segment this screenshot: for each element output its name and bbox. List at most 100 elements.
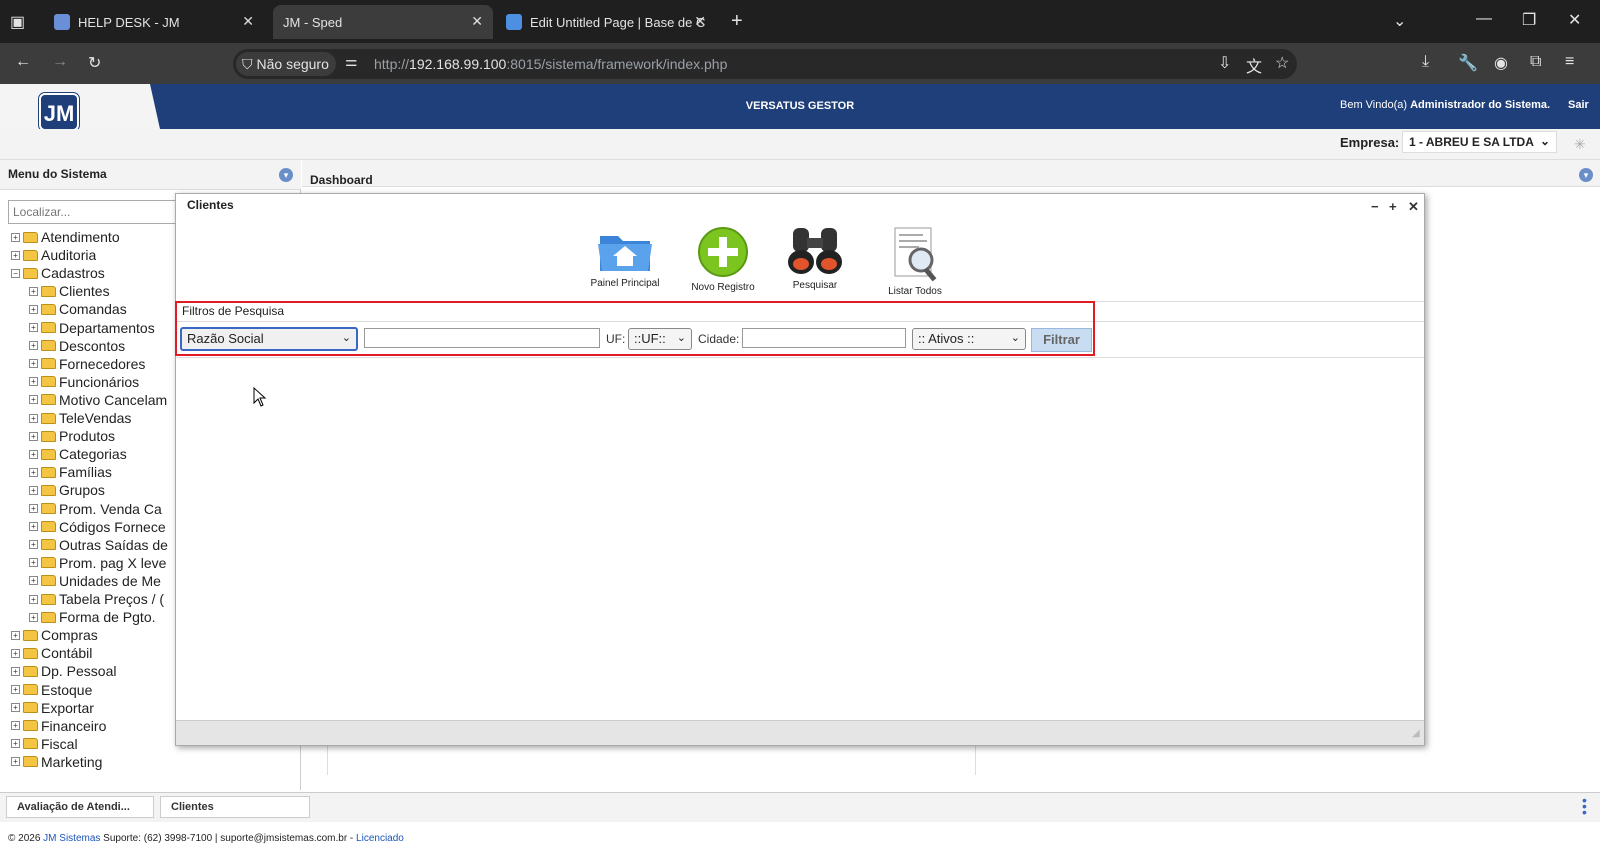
pesquisar-button[interactable]: Pesquisar [780,224,850,291]
sidebar-item[interactable]: + Fornecedores [29,355,145,373]
search-text-input[interactable] [364,328,600,348]
logout-link[interactable]: Sair [1568,99,1589,111]
collapse-dashboard-icon[interactable]: ▾ [1579,168,1593,182]
expand-icon[interactable]: + [29,612,38,622]
painel-principal-button[interactable]: Painel Principal [585,226,665,289]
close-icon[interactable]: ✕ [694,13,706,30]
resize-handle-icon[interactable]: ◢ [1412,728,1420,739]
expand-icon[interactable]: + [29,395,38,405]
sidebar-item[interactable]: + Marketing [11,753,102,771]
menu-icon[interactable]: ≡ [1565,53,1574,71]
expand-icon[interactable]: + [11,648,20,658]
window-close-icon[interactable]: ✕ [1568,10,1581,30]
url-text[interactable]: http://192.168.99.100:8015/sistema/frame… [374,56,727,72]
uf-select[interactable]: ::UF:: ⌄ [628,328,692,350]
sidebar-item[interactable]: + Clientes [29,282,110,300]
sidebar-item[interactable]: + Departamentos [29,319,155,337]
sidebar-item[interactable]: + Produtos [29,427,115,445]
back-icon[interactable]: ← [15,53,31,71]
task-avaliacao[interactable]: Avaliação de Atendi... [6,796,154,818]
sidebar-item[interactable]: + Compras [11,626,98,644]
city-input[interactable] [742,328,906,348]
close-icon[interactable]: ✕ [471,13,483,30]
sidebar-item[interactable]: + Contábil [11,644,92,662]
sidebar-item[interactable]: + Atendimento [11,228,120,246]
window-maximize-icon[interactable]: + [1389,199,1397,214]
expand-icon[interactable]: + [29,522,38,532]
status-select[interactable]: :: Ativos :: ⌄ [912,328,1026,350]
license-link[interactable]: Licenciado [356,833,404,844]
expand-icon[interactable]: + [29,286,38,296]
more-options-icon[interactable]: • • • [1582,793,1587,819]
sidebar-item[interactable]: + Auditoria [11,246,96,264]
expand-icon[interactable]: + [29,304,38,314]
window-close-icon[interactable]: ✕ [1408,199,1419,215]
expand-icon[interactable]: + [29,558,38,568]
expand-icon[interactable]: + [11,630,20,640]
task-clientes[interactable]: Clientes [160,796,310,818]
window-minimize-icon[interactable]: − [1371,199,1379,214]
expand-icon[interactable]: + [11,250,20,260]
profile-icon[interactable]: ◉ [1494,53,1508,73]
expand-icon[interactable]: + [11,739,20,749]
sidebar-item[interactable]: + Outras Saídas de [29,536,168,554]
novo-registro-button[interactable]: Novo Registro [683,226,763,293]
sidebar-item[interactable]: + Códigos Fornece [29,518,166,536]
tab-list-chevron-icon[interactable]: ⌄ [1393,11,1406,31]
sidebar-item[interactable]: + Famílias [29,463,112,481]
minimize-icon[interactable]: — [1476,10,1492,28]
collapse-sidebar-icon[interactable]: ▾ [279,168,293,182]
sidebar-item[interactable]: + Categorias [29,445,127,463]
collapse-icon[interactable]: − [11,268,20,278]
sidebar-item[interactable]: − Cadastros [11,264,105,282]
expand-icon[interactable]: + [29,594,38,604]
expand-icon[interactable]: + [29,576,38,586]
sidebar-item[interactable]: + Unidades de Me [29,572,161,590]
sidebar-item[interactable]: + Prom. Venda Ca [29,500,162,518]
sidebar-item[interactable]: + Prom. pag X leve [29,554,166,572]
tab-help-desk[interactable]: HELP DESK - JM ✕ [44,5,264,39]
site-settings-icon[interactable]: ⚌ [345,53,358,70]
expand-icon[interactable]: + [29,485,38,495]
tab-search-icon[interactable]: ▣ [10,12,25,32]
expand-icon[interactable]: + [29,467,38,477]
expand-icon[interactable]: + [11,721,20,731]
new-tab-icon[interactable]: + [731,10,743,33]
sidebar-item[interactable]: + Comandas [29,300,127,318]
sidebar-item[interactable]: + Tabela Preços / ( [29,590,164,608]
listar-todos-button[interactable]: Listar Todos [875,226,955,297]
expand-icon[interactable]: + [29,359,38,369]
bookmark-star-icon[interactable]: ☆ [1275,53,1289,73]
sidebar-item[interactable]: + Descontos [29,337,125,355]
sidebar-item[interactable]: + Funcionários [29,373,139,391]
company-link[interactable]: JM Sistemas [43,833,100,844]
close-icon[interactable]: ✕ [242,13,254,30]
forward-icon[interactable]: → [52,53,68,71]
security-chip[interactable]: ⛉ Não seguro [236,52,336,76]
expand-icon[interactable]: + [29,413,38,423]
tab-jm-sped[interactable]: JM - Sped ✕ [273,5,493,39]
download-icon[interactable]: ⤓ [1422,53,1429,71]
expand-icon[interactable]: + [29,431,38,441]
sidebar-search-input[interactable] [8,200,178,224]
expand-icon[interactable]: + [11,757,20,767]
restore-icon[interactable]: ❐ [1522,10,1536,30]
expand-icon[interactable]: + [29,504,38,513]
sidebar-item[interactable]: + Fiscal [11,735,78,753]
sidebar-item[interactable]: + Financeiro [11,717,106,735]
sidebar-item[interactable]: + Estoque [11,681,92,699]
expand-icon[interactable]: + [11,232,20,242]
filter-button[interactable]: Filtrar [1031,328,1092,352]
search-field-select[interactable]: Razão Social ⌄ [180,327,358,351]
reload-icon[interactable]: ↻ [88,53,101,73]
extensions-icon[interactable]: ⧉ [1530,53,1541,71]
expand-icon[interactable]: + [29,540,38,550]
company-select[interactable]: 1 - ABREU E SA LTDA ⌄ [1402,131,1557,153]
expand-icon[interactable]: + [11,666,20,676]
install-app-icon[interactable]: ⇩ [1218,53,1231,73]
sidebar-item[interactable]: + TeleVendas [29,409,131,427]
tab-edit-page[interactable]: Edit Untitled Page | Base de Cor ✕ [496,5,716,39]
translate-icon[interactable]: 文 [1246,53,1262,77]
expand-icon[interactable]: + [11,685,20,694]
wrench-icon[interactable]: 🔧 [1458,53,1478,73]
